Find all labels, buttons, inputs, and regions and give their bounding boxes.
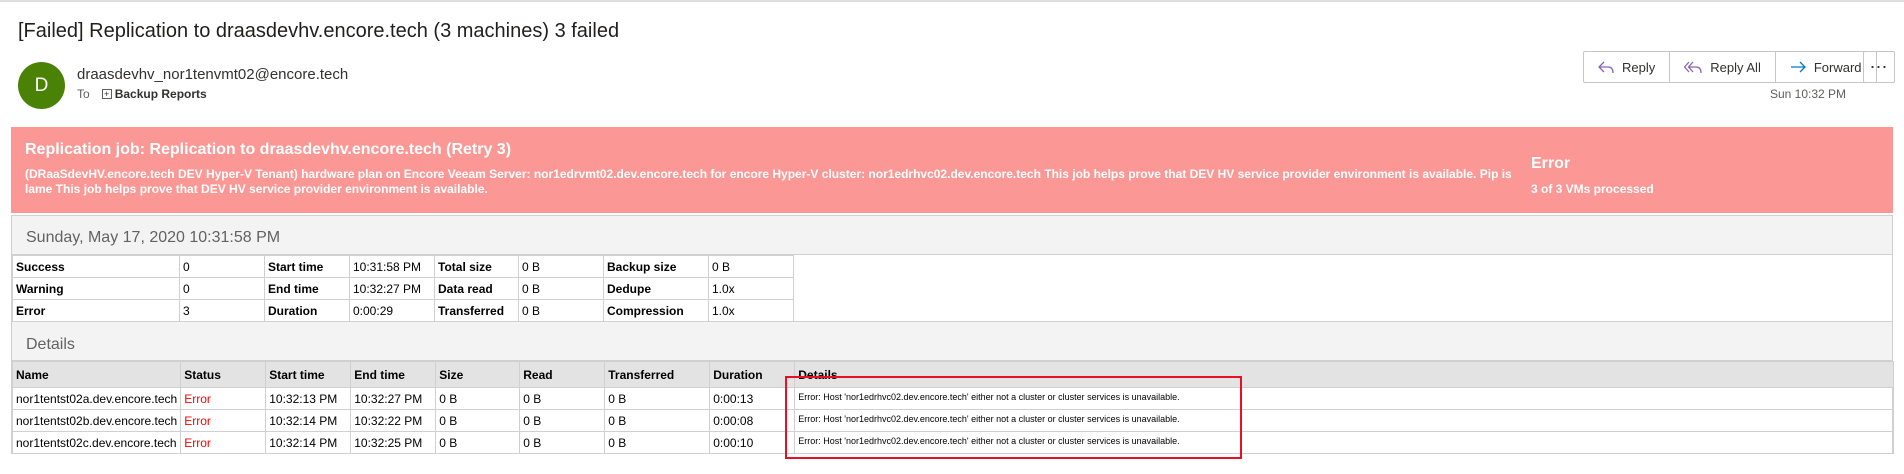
vm-name: nor1tentst02a.dev.encore.tech: [11, 387, 182, 410]
forward-button[interactable]: Forward: [1776, 52, 1876, 82]
column-header: Start time: [265, 361, 352, 388]
expand-group-icon[interactable]: +: [101, 89, 112, 99]
summary-label: Error: [12, 299, 180, 322]
summary-value: 1.0x: [708, 299, 794, 322]
more-actions-button[interactable]: ⋯: [1863, 51, 1895, 83]
job-title: Replication job: Replication to draasdev…: [25, 141, 512, 158]
vm-start-time: 10:32:14 PM: [265, 431, 352, 454]
summary-value: 0:00:29: [349, 299, 435, 322]
summary-table: Success 0 Start time 10:31:58 PM Total size 0…: [12, 255, 794, 322]
recipient-group[interactable]: Backup Reports: [115, 87, 207, 101]
summary-value: 10:31:58 PM: [349, 255, 435, 278]
vm-start-time: 10:32:14 PM: [265, 409, 352, 432]
summary-row: Success 0 Start time 10:31:58 PM Total size 0…: [12, 255, 794, 278]
vm-end-time: 10:32:25 PM: [350, 431, 437, 454]
summary-label: Transferred: [434, 299, 519, 322]
reply-all-button[interactable]: Reply All: [1670, 52, 1776, 82]
vm-duration: 0:00:10: [709, 431, 796, 454]
vm-read: 0 B: [519, 387, 606, 410]
vm-end-time: 10:32:22 PM: [350, 409, 437, 432]
column-header: Transferred: [604, 361, 711, 388]
column-header: Read: [519, 361, 606, 388]
column-header: End time: [350, 361, 437, 388]
vm-transferred: 0 B: [604, 431, 711, 454]
summary-value: 0 B: [518, 277, 604, 300]
vm-name: nor1tentst02b.dev.encore.tech: [11, 409, 182, 432]
vm-size: 0 B: [435, 387, 521, 410]
summary-label: Total size: [434, 255, 519, 278]
forward-label: Forward: [1813, 59, 1862, 75]
session-date: Sunday, May 17, 2020 10:31:58 PM: [11, 215, 1893, 255]
vm-status: Error: [180, 431, 267, 454]
vm-read: 0 B: [519, 409, 606, 432]
vm-status: Error: [180, 409, 267, 432]
to-label: To: [77, 87, 90, 101]
column-header: Status: [180, 361, 267, 388]
vm-duration: 0:00:08: [709, 409, 796, 432]
reply-label: Reply: [1622, 59, 1656, 75]
summary-label: Success: [12, 255, 180, 278]
summary-label: Data read: [434, 277, 519, 300]
vm-status: Error: [180, 387, 267, 410]
recipient-line: To + Backup Reports: [77, 87, 207, 101]
summary-value: 0: [179, 277, 265, 300]
vm-name: nor1tentst02c.dev.encore.tech: [11, 431, 182, 454]
reply-icon: [1598, 61, 1614, 74]
summary-label: End time: [264, 277, 350, 300]
summary-label: Duration: [264, 299, 350, 322]
email-subject: [Failed] Replication to draasdevhv.encor…: [18, 20, 620, 42]
top-divider: [0, 0, 1904, 2]
reply-all-label: Reply All: [1710, 59, 1761, 75]
summary-row: Warning 0 End time 10:32:27 PM Data read 0 BD…: [12, 277, 794, 300]
summary-label: Warning: [12, 277, 180, 300]
vms-processed: 3 of 3 VMs processed: [1531, 182, 1654, 196]
vm-size: 0 B: [435, 409, 521, 432]
reply-button[interactable]: Reply: [1584, 52, 1671, 82]
received-time: Sun 10:32 PM: [1770, 87, 1847, 101]
forward-icon: [1790, 61, 1806, 73]
summary-section: Success 0 Start time 10:31:58 PM Total size 0…: [11, 255, 1893, 322]
column-header: Name: [11, 361, 182, 388]
vm-duration: 0:00:13: [709, 387, 796, 410]
vm-end-time: 10:32:27 PM: [350, 387, 437, 410]
column-header: Size: [435, 361, 521, 388]
vm-size: 0 B: [435, 431, 521, 454]
vm-read: 0 B: [519, 431, 606, 454]
summary-value: 3: [179, 299, 265, 322]
job-status-banner: Replication job: Replication to draasdev…: [11, 127, 1893, 213]
summary-label: Start time: [264, 255, 350, 278]
error-highlight-box: [785, 376, 1242, 459]
vm-transferred: 0 B: [604, 387, 711, 410]
vm-start-time: 10:32:13 PM: [265, 387, 352, 410]
message-actions: Reply Reply All Forward: [1583, 51, 1877, 83]
summary-value: 0: [179, 255, 265, 278]
summary-label: Compression: [603, 299, 709, 322]
summary-value: 0 B: [708, 255, 794, 278]
details-heading: Details: [11, 321, 1893, 361]
summary-value: 0 B: [518, 299, 604, 322]
avatar[interactable]: D: [18, 62, 65, 109]
vm-transferred: 0 B: [604, 409, 711, 432]
summary-value: 0 B: [518, 255, 604, 278]
column-header: Duration: [709, 361, 796, 388]
job-description: (DRaaSdevHV.encore.tech DEV Hyper-V Tena…: [25, 167, 1512, 196]
summary-row: Error 3 Duration 0:00:29 Transferred 0 B Compr…: [12, 299, 794, 322]
summary-value: 1.0x: [708, 277, 794, 300]
summary-value: 10:32:27 PM: [349, 277, 435, 300]
sender-address[interactable]: draasdevhv_nor1tenvmt02@encore.tech: [77, 66, 348, 83]
summary-label: Dedupe: [603, 277, 709, 300]
summary-label: Backup size: [603, 255, 709, 278]
job-status: Error: [1531, 155, 1571, 172]
reply-all-icon: [1684, 61, 1702, 74]
